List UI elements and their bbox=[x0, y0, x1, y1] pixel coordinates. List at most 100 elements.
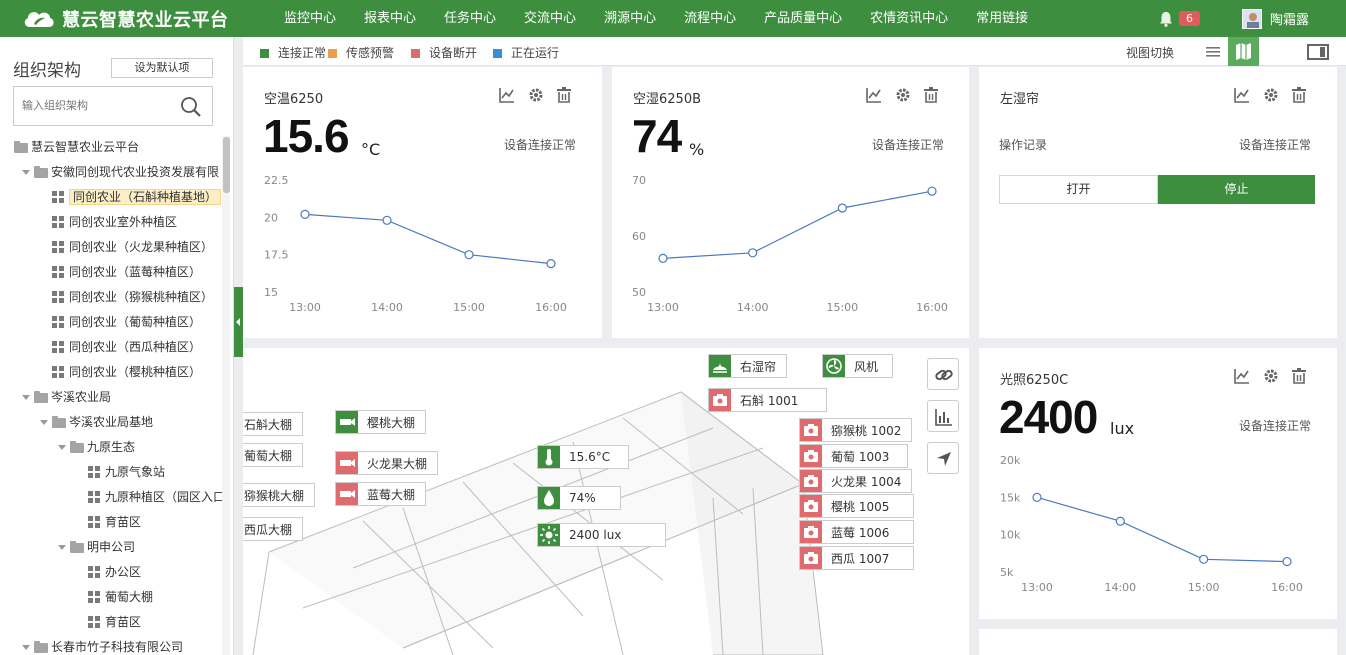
fan-tag[interactable]: 风机 bbox=[822, 354, 894, 378]
data-point[interactable] bbox=[927, 186, 937, 196]
tag-label: 樱桃 1005 bbox=[831, 499, 890, 514]
user-name[interactable]: 陶霜露 bbox=[1270, 9, 1309, 28]
expand-caret-icon[interactable] bbox=[58, 545, 66, 550]
expand-caret-icon[interactable] bbox=[22, 170, 30, 175]
expand-caret-icon[interactable] bbox=[58, 445, 66, 450]
tree-leaf[interactable]: 同创农业（蓝莓种植区） bbox=[52, 261, 201, 283]
trend-chart-icon[interactable] bbox=[1233, 86, 1251, 104]
right-curtain-tag[interactable]: 右湿帘 bbox=[708, 354, 788, 378]
camera-tag[interactable]: 猕猴桃 1002 bbox=[799, 418, 913, 442]
greenhouse-tag[interactable]: 石斛大棚 bbox=[243, 412, 304, 436]
tree-leaf[interactable]: 育苗区 bbox=[88, 511, 141, 533]
locate-tool-button[interactable] bbox=[927, 442, 959, 474]
panel-toggle-icon[interactable] bbox=[1307, 44, 1329, 60]
sidebar-scrollbar[interactable] bbox=[223, 137, 230, 193]
data-point[interactable] bbox=[300, 209, 310, 219]
expand-caret-icon[interactable] bbox=[40, 420, 48, 425]
tree-leaf[interactable]: 九原气象站 bbox=[88, 461, 165, 483]
sidebar-scroll-track[interactable] bbox=[222, 136, 230, 655]
chart-tool-button[interactable] bbox=[927, 400, 959, 432]
expand-caret-icon[interactable] bbox=[22, 645, 30, 650]
nav-report[interactable]: 报表中心 bbox=[350, 0, 430, 37]
camera-icon bbox=[800, 445, 822, 467]
camera-tag[interactable]: 樱桃 1005 bbox=[799, 494, 915, 518]
data-point[interactable] bbox=[1115, 516, 1125, 526]
nav-process[interactable]: 流程中心 bbox=[670, 0, 750, 37]
tree-folder[interactable]: 长春市竹子科技有限公司 bbox=[22, 636, 183, 655]
tree-folder[interactable]: 明申公司 bbox=[58, 536, 135, 558]
tree-folder[interactable]: 岑溪农业局基地 bbox=[40, 411, 153, 433]
greenhouse-tag[interactable]: 西瓜大棚 bbox=[243, 517, 304, 541]
org-search-input[interactable] bbox=[22, 99, 172, 112]
camera-tag[interactable]: 火龙果 1004 bbox=[799, 469, 913, 493]
camera-tag[interactable]: 葡萄 1003 bbox=[799, 444, 909, 468]
bell-icon[interactable] bbox=[1157, 10, 1175, 28]
set-default-button[interactable]: 设为默认项 bbox=[111, 58, 213, 78]
greenhouse-camera-tag[interactable]: 蓝莓大棚 bbox=[335, 482, 427, 506]
data-point[interactable] bbox=[1032, 492, 1042, 502]
tree-leaf[interactable]: 同创农业室外种植区 bbox=[52, 211, 177, 233]
greenhouse-tag[interactable]: 葡萄大棚 bbox=[243, 443, 304, 467]
greenhouse-tag[interactable]: 猕猴桃大棚 bbox=[243, 483, 316, 507]
gear-icon[interactable] bbox=[1262, 86, 1280, 104]
tree-leaf[interactable]: 同创农业（葡萄种植区） bbox=[52, 311, 201, 333]
stop-button[interactable]: 停止 bbox=[1158, 175, 1315, 204]
list-view-icon[interactable] bbox=[1205, 45, 1221, 59]
data-point[interactable] bbox=[464, 250, 474, 260]
legend-label: 正在运行 bbox=[511, 46, 560, 60]
sensor-tag-light[interactable]: 2400 lux bbox=[537, 523, 667, 547]
tag-label: 葡萄 1003 bbox=[831, 449, 890, 464]
sensor-tag-temperature[interactable]: 15.6°C bbox=[537, 445, 630, 469]
nav-task[interactable]: 任务中心 bbox=[430, 0, 510, 37]
data-point[interactable] bbox=[546, 259, 556, 269]
data-point[interactable] bbox=[748, 248, 758, 258]
tree-leaf[interactable]: 同创农业（西瓜种植区） bbox=[52, 336, 201, 358]
tree-label: 办公区 bbox=[105, 565, 142, 579]
data-point[interactable] bbox=[382, 215, 392, 225]
expand-caret-icon[interactable] bbox=[22, 395, 30, 400]
tree-leaf[interactable]: 同创农业（石斛种植基地） bbox=[52, 186, 222, 208]
legend-swatch bbox=[493, 49, 502, 58]
camera-tag-1001[interactable]: 石斛 1001 bbox=[708, 388, 828, 412]
notification-badge[interactable]: 6 bbox=[1178, 11, 1200, 26]
tag-label: 蓝莓 1006 bbox=[831, 525, 890, 540]
tree-leaf[interactable]: 同创农业（猕猴桃种植区） bbox=[52, 286, 213, 308]
tree-folder[interactable]: 岑溪农业局 bbox=[22, 386, 111, 408]
greenhouse-camera-tag[interactable]: 樱桃大棚 bbox=[335, 410, 427, 434]
nav-exchange[interactable]: 交流中心 bbox=[510, 0, 590, 37]
data-point[interactable] bbox=[1199, 554, 1209, 564]
search-icon[interactable] bbox=[180, 96, 202, 118]
org-search-box[interactable] bbox=[13, 86, 213, 126]
operation-log-label[interactable]: 操作记录 bbox=[999, 136, 1047, 153]
nav-monitor[interactable]: 监控中心 bbox=[270, 0, 350, 37]
nav-quality[interactable]: 产品质量中心 bbox=[750, 0, 856, 37]
link-tool-button[interactable] bbox=[927, 358, 959, 390]
map-view-button[interactable] bbox=[1228, 37, 1259, 66]
nav-links[interactable]: 常用链接 bbox=[962, 0, 1042, 37]
logo[interactable]: 慧云智慧农业云平台 bbox=[0, 6, 270, 32]
trash-icon[interactable] bbox=[1290, 86, 1308, 104]
data-point[interactable] bbox=[837, 203, 847, 213]
sidebar-collapse-handle[interactable] bbox=[234, 287, 243, 357]
tree-leaf[interactable]: 办公区 bbox=[88, 561, 141, 583]
tree-leaf[interactable]: 同创农业（樱桃种植区） bbox=[52, 361, 201, 383]
tree-folder[interactable]: 安徽同创现代农业投资发展有限 bbox=[22, 161, 219, 183]
nav-news[interactable]: 农情资讯中心 bbox=[856, 0, 962, 37]
data-point[interactable] bbox=[658, 253, 668, 263]
tree-folder[interactable]: 慧云智慧农业云平台 bbox=[14, 136, 139, 158]
folder-icon bbox=[70, 540, 84, 553]
data-point[interactable] bbox=[1282, 556, 1292, 567]
tree-leaf[interactable]: 葡萄大棚 bbox=[88, 586, 153, 608]
sensor-tag-humidity[interactable]: 74% bbox=[537, 486, 621, 510]
tree-leaf[interactable]: 育苗区 bbox=[88, 611, 141, 633]
open-button[interactable]: 打开 bbox=[999, 175, 1158, 204]
camera-tag[interactable]: 蓝莓 1006 bbox=[799, 520, 915, 544]
greenhouse-camera-tag[interactable]: 火龙果大棚 bbox=[335, 451, 439, 475]
legend-swatch bbox=[411, 49, 420, 58]
tree-folder[interactable]: 九原生态 bbox=[58, 436, 135, 458]
tree-leaf[interactable]: 同创农业（火龙果种植区） bbox=[52, 236, 213, 258]
avatar[interactable] bbox=[1241, 8, 1262, 29]
tree-leaf[interactable]: 九原种植区（园区入口 bbox=[88, 486, 225, 508]
camera-tag[interactable]: 西瓜 1007 bbox=[799, 546, 915, 570]
nav-trace[interactable]: 溯源中心 bbox=[590, 0, 670, 37]
